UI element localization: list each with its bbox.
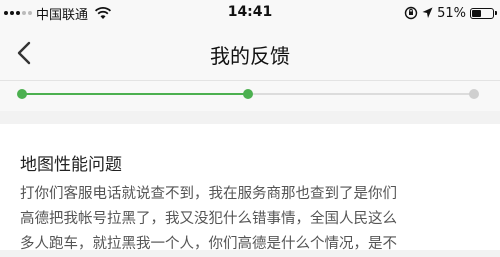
feedback-line: 多人跑车，就拉黑我一个人，你们高德是什么个情况，是不 bbox=[20, 236, 397, 252]
feedback-progress bbox=[0, 81, 500, 111]
status-bar: 中国联通 14:41 51% bbox=[0, 0, 500, 26]
battery-icon bbox=[470, 7, 497, 19]
battery-fill bbox=[472, 9, 482, 17]
progress-step-dot bbox=[17, 89, 27, 99]
location-icon bbox=[422, 7, 433, 18]
progress-track bbox=[17, 89, 479, 99]
navigation-bar: 我的反馈 bbox=[0, 26, 500, 81]
progress-step-dot bbox=[469, 89, 479, 99]
feedback-card: 地图性能问题 打你们客服电话就说查不到，我在服务商那也查到了是你们 高德把我帐号… bbox=[0, 124, 500, 252]
orientation-lock-icon bbox=[404, 6, 418, 20]
feedback-line: 打你们客服电话就说查不到，我在服务商那也查到了是你们 bbox=[20, 186, 397, 202]
status-right: 51% bbox=[400, 4, 497, 22]
progress-fill bbox=[22, 93, 248, 95]
feedback-content: 打你们客服电话就说查不到，我在服务商那也查到了是你们 高德把我帐号拉黑了，我又没… bbox=[20, 182, 478, 257]
feedback-title: 地图性能问题 bbox=[20, 155, 122, 175]
feedback-line: 高德把我帐号拉黑了，我又没犯什么错事情，全国人民这么 bbox=[20, 211, 397, 227]
progress-step-dot bbox=[243, 89, 253, 99]
page-title: 我的反馈 bbox=[210, 44, 290, 68]
battery-percent: 51% bbox=[437, 5, 466, 21]
